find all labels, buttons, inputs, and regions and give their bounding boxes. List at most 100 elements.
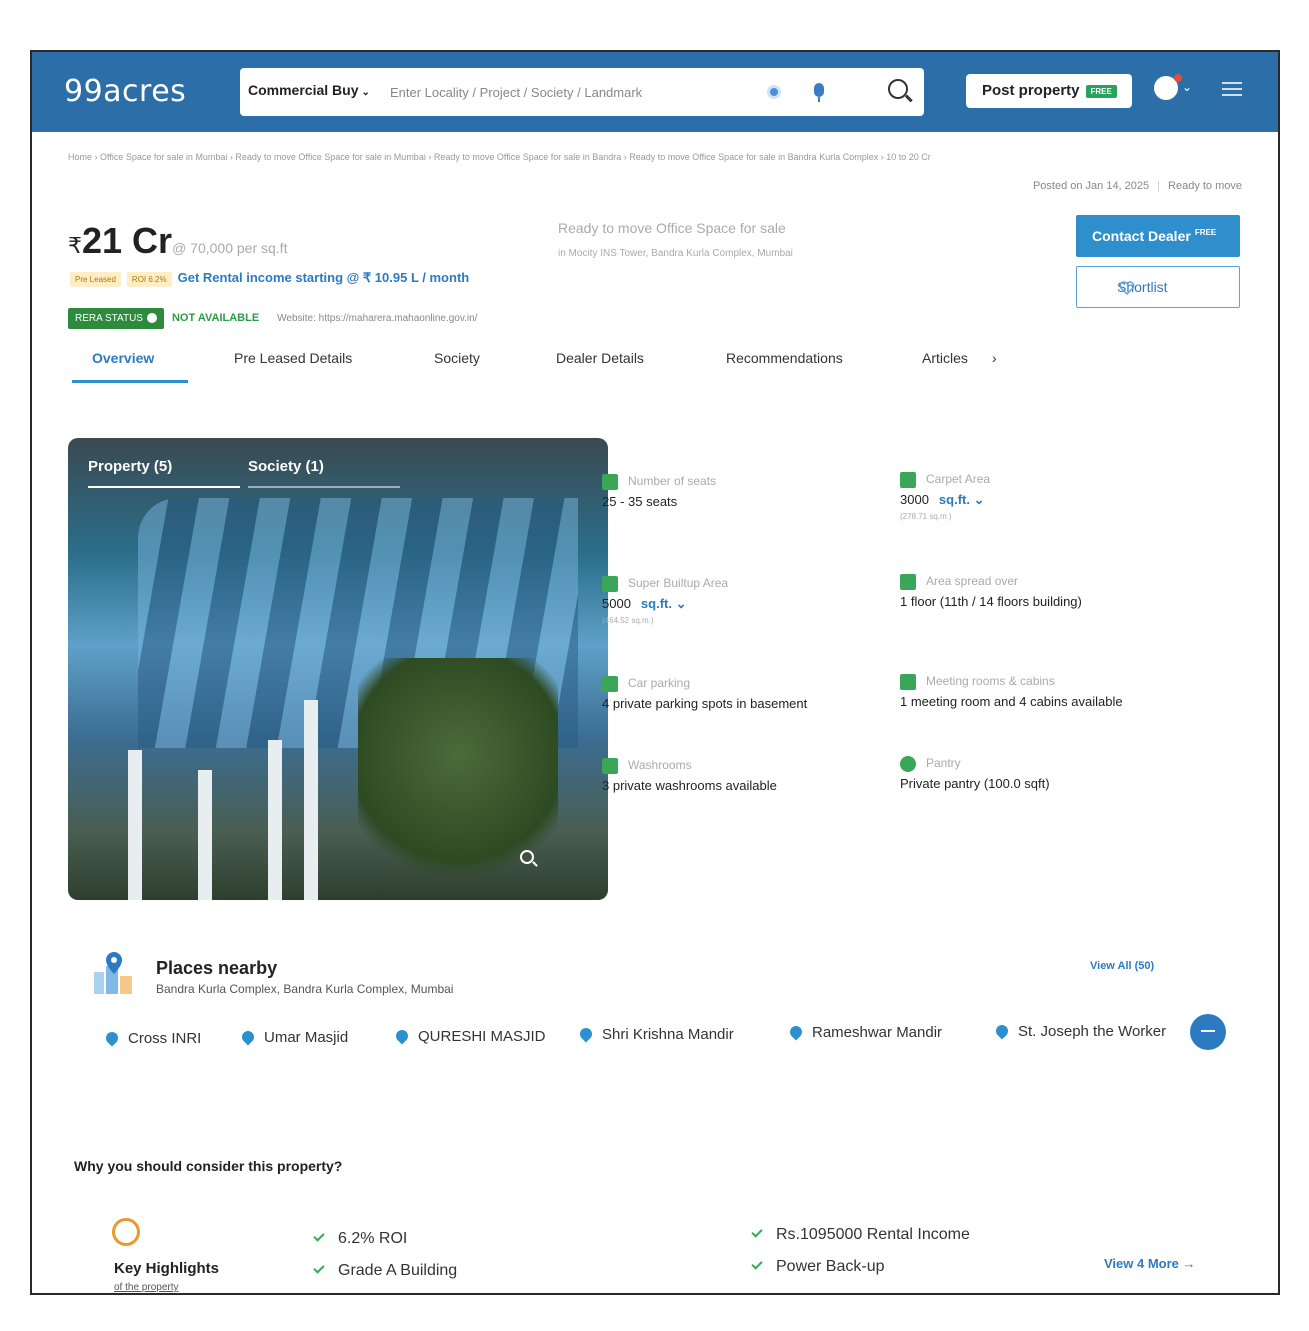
gallery-tab-underline xyxy=(248,486,400,488)
rental-income-link[interactable]: Get Rental income starting @ ₹ 10.95 L /… xyxy=(178,270,470,285)
seat-icon xyxy=(602,474,618,490)
place-chip[interactable]: St. Joseph the Worker xyxy=(993,1022,1166,1040)
place-chip[interactable]: Cross INRI xyxy=(103,1029,202,1047)
rera-status-badge[interactable]: RERA STATUS xyxy=(68,308,164,329)
tab-society[interactable]: Society xyxy=(434,350,480,366)
header: 99acres Commercial Buy⌄ Post propertyFRE… xyxy=(32,52,1278,132)
heart-icon xyxy=(1119,281,1135,295)
contact-dealer-label: Contact Dealer xyxy=(1092,228,1191,244)
shortlist-button[interactable]: Shortlist xyxy=(1076,266,1240,308)
key-highlights-subtitle: of the property xyxy=(114,1282,179,1293)
feature-value-text: 25 - 35 seats xyxy=(602,494,678,509)
property-address: in Mocity INS Tower, Bandra Kurla Comple… xyxy=(558,248,793,259)
user-icon[interactable] xyxy=(1154,74,1182,100)
contact-dealer-button[interactable]: Contact Dealer FREE xyxy=(1076,215,1240,257)
feature-value: Private pantry (100.0 sqft) xyxy=(900,776,1180,791)
carpet-area-icon xyxy=(900,472,916,488)
post-property-label: Post property xyxy=(982,82,1080,99)
tab-dealer-details[interactable]: Dealer Details xyxy=(556,350,644,366)
places-list: Cross INRI Umar Masjid QURESHI MASJID Sh… xyxy=(103,1022,1206,1056)
feature-value-text: Private pantry (100.0 sqft) xyxy=(900,776,1050,791)
place-name: Rameshwar Mandir xyxy=(812,1024,943,1041)
tab-pre-leased-details[interactable]: Pre Leased Details xyxy=(234,350,352,366)
view-more-highlights-link[interactable]: View 4 More → xyxy=(1104,1256,1196,1271)
places-next-arrow-icon[interactable] xyxy=(1190,1014,1226,1050)
tabs-next-chevron-icon[interactable]: › xyxy=(992,350,997,366)
tab-overview[interactable]: Overview xyxy=(92,350,154,366)
tab-articles[interactable]: Articles xyxy=(922,350,968,366)
feature-label: Area spread over xyxy=(926,574,1019,588)
location-icon[interactable] xyxy=(767,85,781,99)
check-icon xyxy=(751,1226,763,1238)
highlights-badge-icon xyxy=(112,1218,140,1246)
user-chevron-icon[interactable]: ⌄ xyxy=(1182,80,1192,94)
check-icon xyxy=(313,1262,325,1274)
place-chip[interactable]: Shri Krishna Mandir xyxy=(577,1025,734,1043)
feature-value: 1 floor (11th / 14 floors building) xyxy=(900,594,1180,609)
feature-value: 5000 sq.ft. ⌄ xyxy=(602,596,882,612)
search-type-dropdown[interactable]: Commercial Buy ⌄ xyxy=(248,82,370,98)
place-name: Shri Krishna Mandir xyxy=(602,1026,734,1043)
logo[interactable]: 99acres xyxy=(64,74,186,109)
place-chip[interactable]: QURESHI MASJID xyxy=(393,1027,546,1045)
feature-value-text: 1 meeting room and 4 cabins available xyxy=(900,694,1123,709)
location-pin-icon xyxy=(577,1025,595,1043)
washroom-icon xyxy=(602,758,618,774)
feature-pantry: Pantry Private pantry (100.0 sqft) xyxy=(900,756,1180,791)
mic-icon[interactable] xyxy=(814,83,824,102)
price-value: 21 Cr xyxy=(82,220,173,261)
place-name: Cross INRI xyxy=(128,1030,202,1047)
highlight-text: 6.2% ROI xyxy=(338,1230,408,1247)
unit-dropdown[interactable]: sq.ft. ⌄ xyxy=(939,492,985,507)
feature-value: 4 private parking spots in basement xyxy=(602,696,882,711)
meeting-room-icon xyxy=(900,674,916,690)
feature-value: 3000 sq.ft. ⌄ xyxy=(900,492,1180,508)
feature-label: Carpet Area xyxy=(926,472,991,486)
search-input[interactable] xyxy=(390,80,750,104)
feature-value-text: 4 private parking spots in basement xyxy=(602,696,808,711)
feature-label: Car parking xyxy=(628,676,691,690)
gallery-tab-society[interactable]: Society (1) xyxy=(248,458,324,475)
gallery-tab-property[interactable]: Property (5) xyxy=(88,458,172,475)
feature-label: Washrooms xyxy=(628,758,692,772)
tab-recommendations[interactable]: Recommendations xyxy=(726,350,843,366)
active-tab-indicator xyxy=(72,380,188,383)
breadcrumb[interactable]: Home › Office Space for sale in Mumbai ›… xyxy=(68,148,1248,166)
feature-carpet-area: Carpet Area 3000 sq.ft. ⌄ (278.71 sq.m.) xyxy=(900,472,1180,521)
post-property-button[interactable]: Post property FREE xyxy=(966,74,1132,108)
highlight-item: Power Back-up xyxy=(751,1258,885,1276)
highlight-text: Rs.1095000 Rental Income xyxy=(776,1226,970,1243)
feature-area-spread: Area spread over 1 floor (11th / 14 floor… xyxy=(900,574,1180,609)
hamburger-menu-icon[interactable] xyxy=(1222,82,1242,96)
unit-dropdown[interactable]: sq.ft. ⌄ xyxy=(641,596,687,611)
search-type-label: Commercial Buy xyxy=(248,82,359,98)
place-chip[interactable]: Umar Masjid xyxy=(239,1028,348,1046)
feature-value: 3 private washrooms available xyxy=(602,778,882,793)
feature-label: Number of seats xyxy=(628,474,717,488)
pantry-icon xyxy=(900,756,916,772)
photo-gallery[interactable]: Property (5) Society (1) xyxy=(68,438,608,900)
free-badge: FREE xyxy=(1194,228,1217,238)
consider-title: Why you should consider this property? xyxy=(74,1158,343,1174)
feature-value: 25 - 35 seats xyxy=(602,494,882,509)
place-chip[interactable]: Rameshwar Mandir xyxy=(787,1023,943,1041)
places-nearby-title: Places nearby xyxy=(156,958,278,978)
building-pillar xyxy=(198,770,212,900)
search-bar: Commercial Buy ⌄ xyxy=(240,68,924,116)
badges-row: Pre Leased ROI 6.2% Get Rental income star… xyxy=(70,270,469,287)
highlight-item: Grade A Building xyxy=(313,1262,457,1280)
building-pillar xyxy=(268,740,282,900)
zoom-icon[interactable] xyxy=(520,850,534,864)
search-icon[interactable] xyxy=(888,79,908,99)
view-all-places-link[interactable]: View All (50) xyxy=(1090,960,1154,972)
feature-value-text: 3000 xyxy=(900,492,929,507)
feature-seats: Number of seats 25 - 35 seats xyxy=(602,474,882,509)
separator: | xyxy=(1157,180,1161,192)
building-pillar xyxy=(304,700,318,900)
feature-meeting-rooms: Meeting rooms & cabins 1 meeting room and… xyxy=(900,674,1180,709)
gallery-tab-underline xyxy=(88,486,240,488)
feature-label: Meeting rooms & cabins xyxy=(926,674,1055,688)
rera-website[interactable]: Website: https://maharera.mahaonline.gov… xyxy=(277,313,477,324)
possession-status: Ready to move xyxy=(1168,180,1242,192)
places-nearby-address: Bandra Kurla Complex, Bandra Kurla Compl… xyxy=(156,982,454,996)
